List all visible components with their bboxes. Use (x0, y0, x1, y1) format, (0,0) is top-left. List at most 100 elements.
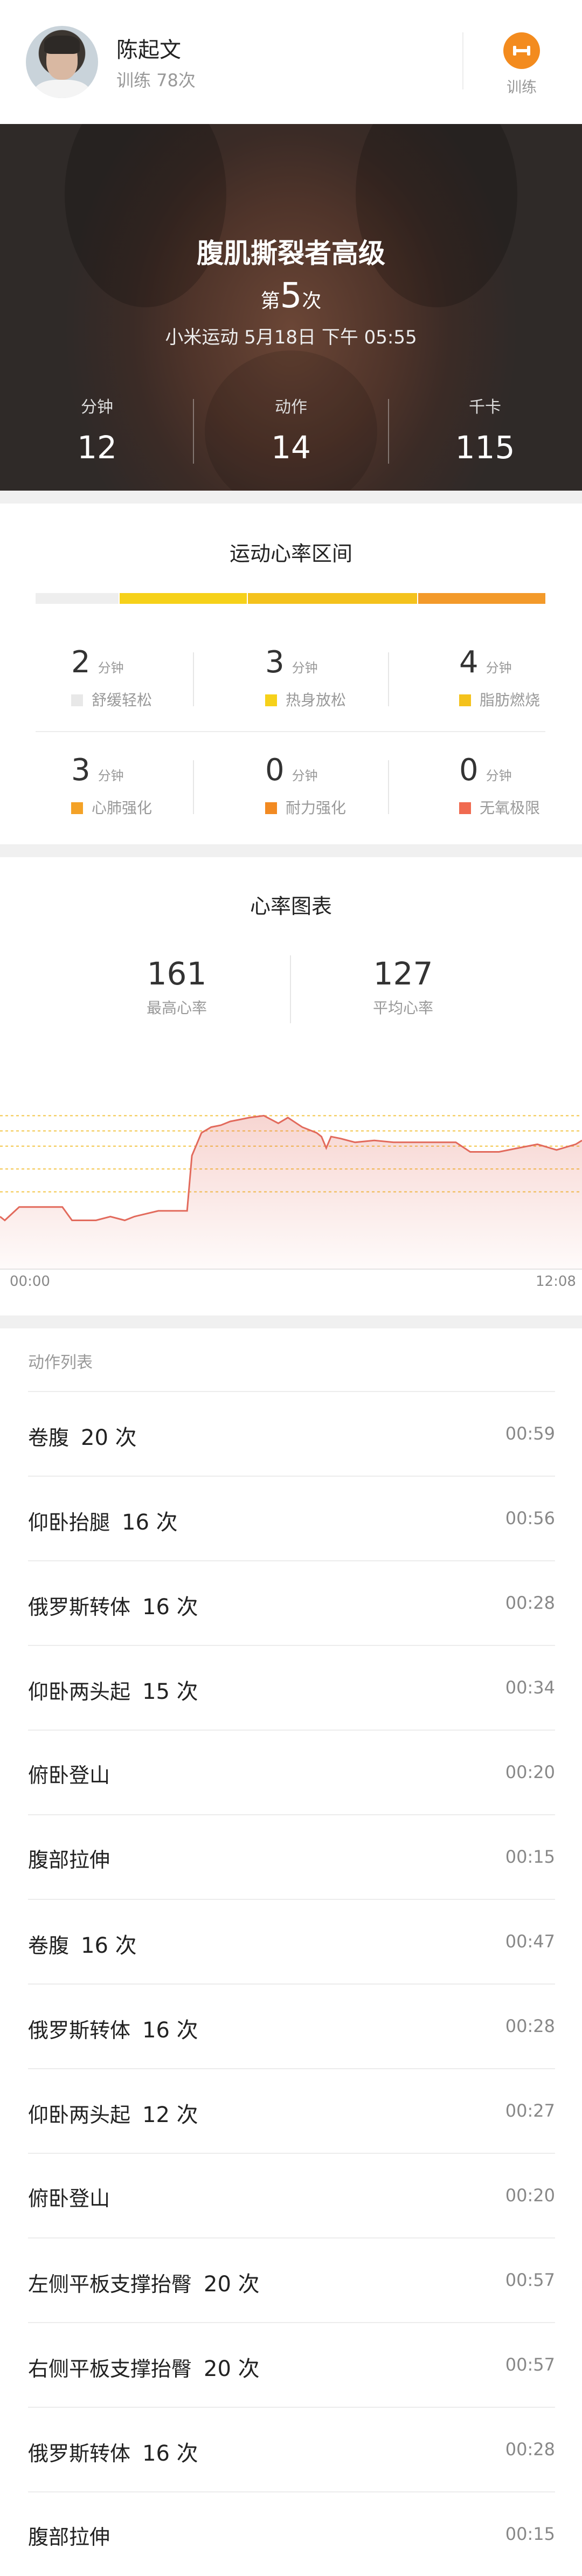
zone-label: 舒缓轻松 (92, 691, 153, 709)
user-header: 陈起文 训练 78次 训练 (0, 0, 582, 124)
heart-zone-title: 运动心率区间 (229, 542, 352, 566)
action-count: 16 次 (142, 2441, 198, 2466)
chart-start-time: 00:00 (10, 1273, 50, 1290)
zone-unit: 分钟 (98, 660, 124, 676)
action-row[interactable]: 左侧平板支撑抬臀 20 次 00:57 (28, 2237, 555, 2322)
max-heart-rate-value: 161 (147, 955, 207, 992)
zone-bar-segment (36, 593, 119, 604)
avatar[interactable] (26, 26, 98, 98)
action-duration: 00:56 (505, 1508, 555, 1528)
heart-rate-chart (0, 1114, 582, 1270)
action-count: 16 次 (142, 2018, 198, 2043)
divider (193, 399, 194, 464)
action-title: 卷腹 (28, 1426, 70, 1450)
action-name: 腹部拉伸 (28, 1843, 110, 1873)
count-prefix: 第 (260, 290, 280, 312)
action-title: 仰卧两头起 (28, 1680, 131, 1704)
action-row[interactable]: 俄罗斯转体 16 次 00:28 (28, 2407, 555, 2491)
section-gap (0, 844, 582, 857)
action-row[interactable]: 俯卧登山 00:20 (28, 2153, 555, 2237)
action-title: 俯卧登山 (28, 2187, 110, 2210)
action-title: 俄罗斯转体 (28, 2442, 131, 2465)
train-button-label[interactable]: 训练 (507, 75, 537, 97)
divider (388, 399, 389, 464)
action-title: 俄罗斯转体 (28, 2019, 131, 2042)
action-name: 俯卧登山 (28, 1759, 110, 1788)
zone-color-swatch (459, 694, 471, 706)
zone-item: 2 分钟 舒缓轻松 (71, 645, 233, 710)
action-row[interactable]: 俯卧登山 00:20 (28, 1730, 555, 1814)
action-row[interactable]: 俄罗斯转体 16 次 00:28 (28, 1983, 555, 2068)
zone-unit: 分钟 (486, 660, 512, 676)
avg-heart-rate-value: 127 (373, 955, 433, 992)
zone-item: 3 分钟 热身放松 (265, 645, 427, 710)
action-title: 右侧平板支撑抬臀 (28, 2357, 192, 2381)
action-row[interactable]: 卷腹 16 次 00:47 (28, 1899, 555, 1983)
zone-item: 0 分钟 耐力强化 (265, 753, 427, 818)
action-title: 仰卧抬腿 (28, 1511, 110, 1534)
stat-calories: 千卡 115 (404, 394, 566, 466)
zone-color-swatch (459, 802, 471, 814)
workout-count: 第5次 (0, 276, 582, 316)
action-name: 右侧平板支撑抬臀 20 次 (28, 2351, 260, 2382)
chart-end-time: 12:08 (536, 1273, 576, 1290)
action-duration: 00:57 (505, 2354, 555, 2375)
dumbbell-icon[interactable] (503, 32, 540, 69)
action-title: 卷腹 (28, 1934, 70, 1958)
count-suffix: 次 (302, 290, 322, 312)
action-name: 仰卧两头起 15 次 (28, 1674, 198, 1705)
zone-value: 2 (71, 645, 91, 680)
zone-bar-segment (120, 593, 247, 604)
divider (193, 760, 194, 814)
zone-color-swatch (71, 802, 83, 814)
divider (462, 32, 463, 89)
zone-unit: 分钟 (292, 768, 318, 783)
action-count: 16 次 (122, 1510, 178, 1535)
zone-unit: 分钟 (486, 768, 512, 783)
action-title: 腹部拉伸 (28, 2525, 110, 2549)
stat-minutes: 分钟 12 (16, 394, 178, 466)
action-duration: 00:15 (505, 2524, 555, 2544)
workout-hero: 腹肌撕裂者高级 第5次 小米运动 5月18日 下午 05:55 分钟 12 动作… (0, 124, 582, 491)
zone-value: 0 (459, 753, 479, 788)
zone-value: 4 (459, 645, 479, 680)
zone-item: 0 分钟 无氧极限 (459, 753, 582, 818)
action-count: 16 次 (142, 1595, 198, 1620)
zone-unit: 分钟 (98, 768, 124, 783)
action-count: 20 次 (81, 1425, 137, 1450)
action-row[interactable]: 腹部拉伸 00:15 (28, 2491, 555, 2575)
action-row[interactable]: 俄罗斯转体 16 次 00:28 (28, 1560, 555, 1644)
action-row[interactable]: 仰卧两头起 15 次 00:34 (28, 1645, 555, 1729)
action-row[interactable]: 腹部拉伸 00:15 (28, 1814, 555, 1898)
action-title: 仰卧两头起 (28, 2103, 131, 2127)
zone-value: 3 (265, 645, 285, 680)
action-title: 左侧平板支撑抬臀 (28, 2272, 192, 2296)
action-row[interactable]: 仰卧抬腿 16 次 00:56 (28, 1476, 555, 1560)
workout-date: 小米运动 5月18日 下午 05:55 (165, 327, 417, 348)
divider (290, 955, 291, 1023)
action-duration: 00:47 (505, 1931, 555, 1952)
section-gap (0, 491, 582, 504)
action-duration: 00:57 (505, 2270, 555, 2290)
zone-item: 4 分钟 脂肪燃烧 (459, 645, 582, 710)
action-duration: 00:27 (505, 2100, 555, 2121)
action-duration: 00:15 (505, 1847, 555, 1867)
action-row[interactable]: 卷腹 20 次 00:59 (28, 1391, 555, 1475)
action-duration: 00:34 (505, 1677, 555, 1698)
zone-value: 0 (265, 753, 285, 788)
action-row[interactable]: 仰卧两头起 12 次 00:27 (28, 2068, 555, 2152)
action-name: 卷腹 20 次 (28, 1420, 137, 1451)
heart-chart-title: 心率图表 (250, 894, 332, 918)
action-name: 俄罗斯转体 16 次 (28, 2436, 198, 2467)
zone-bar-segment (248, 593, 417, 604)
action-duration: 00:28 (505, 2439, 555, 2460)
action-name: 俄罗斯转体 16 次 (28, 1589, 198, 1621)
training-count: 训练 78次 (116, 70, 196, 91)
action-name: 左侧平板支撑抬臀 20 次 (28, 2267, 260, 2298)
user-name: 陈起文 (116, 38, 181, 63)
count-value: 5 (280, 276, 302, 316)
zone-bar-segment (418, 593, 545, 604)
stat-value: 14 (271, 429, 311, 466)
action-title: 俄罗斯转体 (28, 1595, 131, 1619)
action-row[interactable]: 右侧平板支撑抬臀 20 次 00:57 (28, 2322, 555, 2406)
